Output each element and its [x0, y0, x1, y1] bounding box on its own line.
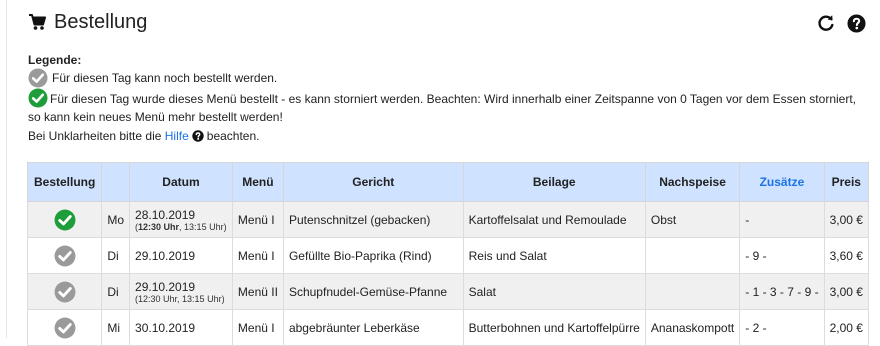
beilage-cell: Kartoffelsalat und Remoulade — [462, 201, 646, 238]
legend-ordered-text: Für diesen Tag wurde dieses Menü bestell… — [28, 92, 856, 124]
page-header: Bestellung — [28, 8, 147, 36]
table-row: Di 29.10.2019 Menü I Gefüllte Bio-Paprika (… — [26, 237, 870, 274]
menu-cell: Menü I — [231, 237, 284, 274]
shopping-cart-icon — [28, 13, 46, 31]
gericht-cell: Gefüllte Bio-Paprika (Rind) — [282, 237, 464, 274]
check-circle-grey-icon — [28, 68, 48, 88]
col-header-menu: Menü — [231, 162, 284, 202]
gericht-cell: Putenschnitzel (gebacken) — [282, 201, 464, 238]
left-border — [6, 0, 7, 338]
col-header-beilage: Beilage — [462, 162, 646, 202]
beilage-cell: Salat — [462, 273, 646, 310]
help-link[interactable]: Hilfe — [165, 129, 189, 143]
check-circle-grey-icon[interactable] — [28, 317, 101, 339]
day-cell: Mi — [101, 309, 131, 346]
table-row: Di 29.10.2019 (12:30 Uhr, 13:15 Uhr) Menü I… — [26, 273, 870, 310]
date-value: 29.10.2019 — [135, 248, 196, 263]
time-rest: , 13:15 Uhr) — [179, 221, 227, 232]
menu-table: Bestellung Datum Menü Gericht Beilage Na… — [26, 162, 870, 346]
gericht-cell: abgebräunter Leberkäse — [282, 309, 464, 346]
preis-cell: 3,00 € — [823, 273, 870, 310]
table-row: Mi 30.10.2019 Menü Iabgebräunter Leberkäse… — [26, 309, 870, 346]
table-header-row: Bestellung Datum Menü Gericht Beilage Na… — [26, 162, 870, 202]
menu-cell: Menü I — [231, 201, 284, 238]
preis-cell: 2,00 € — [823, 309, 870, 346]
zusaetze-cell: - 2 - — [739, 309, 825, 346]
preis-cell: 3,00 € — [823, 201, 870, 238]
date-cell: 29.10.2019 (12:30 Uhr, 13:15 Uhr) — [129, 273, 233, 310]
menu-cell: Menü I — [231, 309, 284, 346]
col-header-day — [101, 162, 131, 202]
nachspeise-cell — [644, 273, 741, 310]
day-cell: Di — [101, 237, 131, 274]
check-circle-green-icon[interactable] — [28, 209, 101, 231]
nachspeise-cell — [644, 237, 741, 274]
date-cell: 29.10.2019 — [129, 237, 233, 274]
help-suffix: beachten. — [206, 129, 260, 143]
legend-item-ordered: Für diesen Tag wurde dieses Menü bestell… — [28, 88, 866, 126]
col-header-gericht: Gericht — [282, 162, 464, 202]
col-header-datum: Datum — [129, 162, 233, 202]
toolbar — [816, 13, 866, 33]
day-cell: Mo — [101, 201, 131, 238]
check-circle-grey-icon[interactable] — [28, 281, 101, 303]
beilage-cell: Butterbohnen und Kartoffelpürre — [462, 309, 646, 346]
check-circle-green-icon — [28, 88, 48, 108]
preis-cell: 3,60 € — [823, 237, 870, 274]
help-prefix: Bei Unklarheiten bitte die — [28, 129, 162, 143]
date-value: 28.10.2019 — [135, 207, 196, 222]
date-value: 30.10.2019 — [135, 320, 196, 335]
zusaetze-cell: - 1 - 3 - 7 - 9 - — [739, 273, 825, 310]
col-header-nachspeise: Nachspeise — [644, 162, 741, 202]
date-cell: 28.10.2019 (12:30 Uhr, 13:15 Uhr) — [129, 201, 233, 238]
day-cell: Di — [101, 273, 131, 310]
beilage-cell: Reis und Salat — [462, 237, 646, 274]
check-circle-grey-icon[interactable] — [28, 245, 101, 267]
menu-cell: Menü II — [231, 273, 284, 310]
time-selected: 12:30 Uhr — [138, 221, 180, 232]
date-times: (12:30 Uhr, 13:15 Uhr) — [135, 221, 227, 232]
order-cell[interactable] — [26, 273, 103, 310]
refresh-icon[interactable] — [816, 13, 836, 33]
order-cell[interactable] — [26, 237, 103, 274]
date-times: (12:30 Uhr, 13:15 Uhr) — [135, 293, 225, 304]
order-cell[interactable] — [26, 309, 103, 346]
legend-title: Legende: — [28, 53, 82, 67]
gericht-cell: Schupfnudel-Gemüse-Pfanne — [282, 273, 464, 310]
legend: Legende: Für diesen Tag kann noch bestel… — [28, 52, 866, 145]
col-header-zusaetze-link[interactable]: Zusätze — [739, 162, 825, 202]
zusaetze-cell: - 9 - — [739, 237, 825, 274]
order-cell[interactable] — [26, 201, 103, 238]
page-title: Bestellung — [54, 10, 148, 33]
legend-open-text: Für diesen Tag kann noch bestellt werden… — [52, 71, 278, 85]
col-header-preis: Preis — [823, 162, 870, 202]
legend-help: Bei Unklarheiten bitte die Hilfe beachten… — [28, 127, 866, 145]
date-cell: 30.10.2019 — [129, 309, 233, 346]
question-circle-icon[interactable] — [846, 13, 866, 33]
zusaetze-cell: - — [739, 201, 825, 238]
legend-item-open: Für diesen Tag kann noch bestellt werden… — [28, 68, 866, 88]
nachspeise-cell: Obst — [644, 201, 741, 238]
question-circle-small-icon — [192, 129, 204, 142]
date-value: 29.10.2019 — [135, 279, 196, 294]
col-header-bestellung: Bestellung — [26, 162, 103, 202]
nachspeise-cell: Ananaskompott — [644, 309, 741, 346]
table-row: Mo 28.10.2019 (12:30 Uhr, 13:15 Uhr) Menü I… — [26, 201, 870, 238]
